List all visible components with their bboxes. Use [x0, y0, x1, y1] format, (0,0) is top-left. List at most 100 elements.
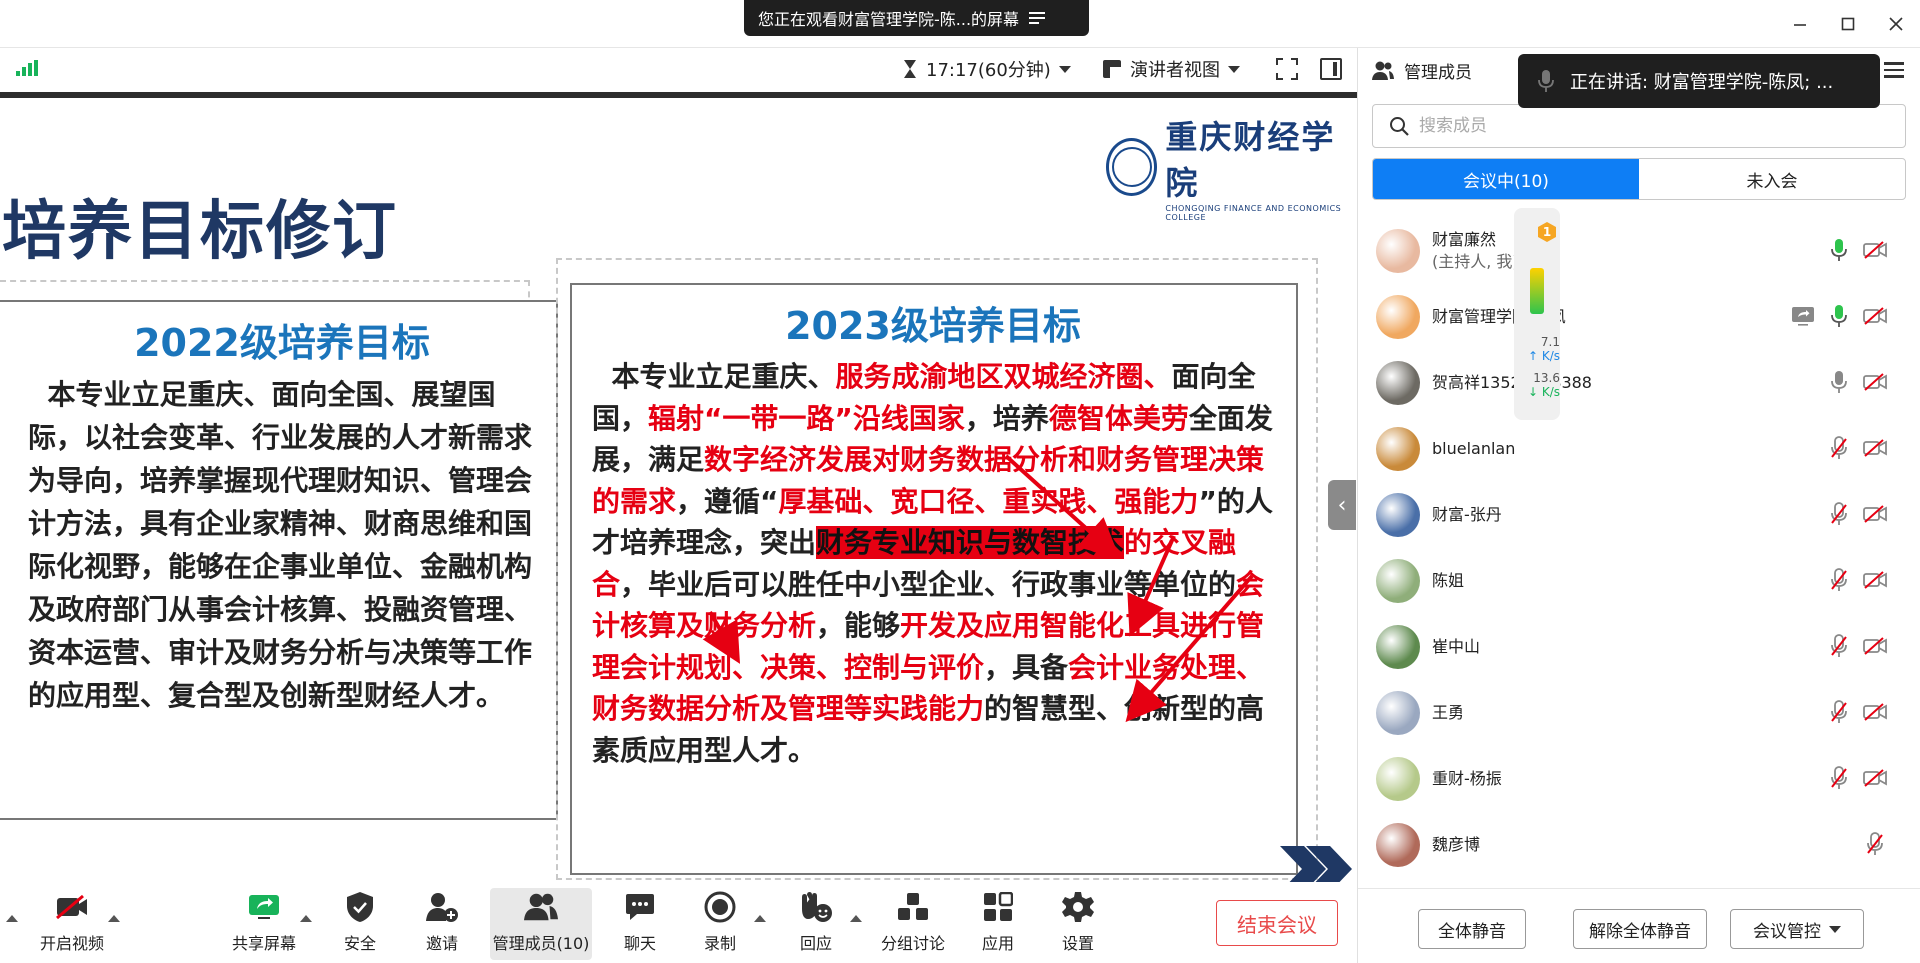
invite-button[interactable]: 邀请: [412, 888, 472, 960]
share-banner[interactable]: 您正在观看财富管理学院-陈...的屏幕: [744, 0, 1089, 36]
maximize-icon[interactable]: [1824, 0, 1872, 48]
fullscreen-icon[interactable]: [1276, 58, 1298, 80]
settings-button[interactable]: 设置: [1048, 888, 1108, 960]
member-status-icons: [1863, 832, 1887, 856]
avatar: [1376, 823, 1420, 867]
notification-badge: 1: [1538, 222, 1556, 242]
breakout-button[interactable]: 分组讨论: [878, 888, 948, 960]
member-row[interactable]: 王勇: [1358, 680, 1920, 746]
avatar: [1376, 757, 1420, 801]
video-off-icon[interactable]: [1863, 502, 1887, 526]
member-name-block: 陈姐: [1432, 570, 1464, 592]
goal-2023-segment: ，毕业后可以胜任中小型企业、行政事业等单位的: [620, 567, 1237, 601]
video-off-icon[interactable]: [1863, 766, 1887, 790]
menu-icon[interactable]: [1029, 12, 1046, 24]
goal-2022-body: 本专业立足重庆、面向全国、展望国际，以社会变革、行业发展的人才新需求为导向，培养…: [28, 373, 536, 717]
add-user-icon: [426, 893, 458, 922]
chevron-down-icon: [1829, 925, 1841, 933]
member-row[interactable]: 财富管理学院-陈凤: [1358, 284, 1920, 350]
tab-not-joined[interactable]: 未入会: [1639, 159, 1905, 199]
minimize-icon[interactable]: [1776, 0, 1824, 48]
video-off-icon[interactable]: [1863, 436, 1887, 460]
end-meeting-button[interactable]: 结束会议: [1216, 900, 1338, 946]
start-video-button[interactable]: 开启视频: [30, 888, 114, 960]
meeting-window: 您正在观看财富管理学院-陈...的屏幕 17:17(60分钟) 演讲者视图 重庆…: [0, 0, 1920, 963]
record-options-caret[interactable]: [754, 915, 766, 922]
unmute-all-button[interactable]: 解除全体静音: [1573, 909, 1707, 949]
member-name: 崔中山: [1432, 637, 1481, 656]
mic-muted-icon[interactable]: [1863, 832, 1887, 856]
member-row[interactable]: bluelanlan: [1358, 416, 1920, 482]
shared-slide: 重庆财经学院 CHONGQING FINANCE AND ECONOMICS C…: [0, 92, 1357, 882]
breakout-icon: [898, 893, 928, 920]
member-row[interactable]: 魏彦博: [1358, 812, 1920, 878]
mic-muted-icon[interactable]: [1827, 700, 1851, 724]
view-mode-selector[interactable]: 演讲者视图: [1102, 56, 1240, 82]
record-button[interactable]: 录制: [690, 888, 750, 960]
avatar: [1376, 559, 1420, 603]
mic-muted-icon[interactable]: [1827, 436, 1851, 460]
member-row[interactable]: 贺高祥13527548388: [1358, 350, 1920, 416]
collapse-panel-button[interactable]: ‹: [1328, 480, 1356, 530]
video-off-icon[interactable]: [1863, 568, 1887, 592]
reaction-label: 回应: [799, 934, 832, 953]
search-icon: [1390, 117, 1409, 136]
panel-footer: 全体静音 解除全体静音 会议管控: [1358, 888, 1920, 963]
member-status-icons: [1827, 700, 1887, 724]
mic-muted-icon[interactable]: [1827, 766, 1851, 790]
close-icon[interactable]: [1872, 0, 1920, 48]
member-row[interactable]: 崔中山: [1358, 614, 1920, 680]
member-row[interactable]: 财富-张丹: [1358, 482, 1920, 548]
mic-icon[interactable]: [1827, 304, 1851, 328]
speaking-text: 正在讲话: 财富管理学院-陈凤; ...: [1570, 72, 1834, 93]
reaction-options-caret[interactable]: [850, 915, 862, 922]
video-off-icon[interactable]: [1863, 370, 1887, 394]
member-row[interactable]: 陈姐: [1358, 548, 1920, 614]
member-search[interactable]: [1372, 104, 1906, 148]
video-off-icon[interactable]: [1863, 634, 1887, 658]
panel-menu-icon[interactable]: [1884, 62, 1904, 78]
share-screen-button[interactable]: 共享屏幕: [224, 888, 304, 960]
share-options-caret[interactable]: [300, 915, 312, 922]
goal-2023-segment: 德智体美劳: [1048, 401, 1189, 435]
mic-muted-icon[interactable]: [1827, 502, 1851, 526]
mute-all-button[interactable]: 全体静音: [1418, 909, 1526, 949]
chat-button[interactable]: 聊天: [610, 888, 670, 960]
video-off-icon[interactable]: [1863, 238, 1887, 262]
member-name-block: 财富-张丹: [1432, 504, 1502, 526]
member-row[interactable]: 重财-杨振: [1358, 746, 1920, 812]
timer-text: 17:17(60分钟): [926, 60, 1051, 81]
reaction-button[interactable]: 回应: [786, 888, 846, 960]
video-options-caret[interactable]: [108, 915, 120, 922]
chat-label: 聊天: [623, 934, 656, 953]
member-name-block: 崔中山: [1432, 636, 1480, 658]
apps-button[interactable]: 应用: [968, 888, 1028, 960]
mic-icon[interactable]: [1827, 370, 1851, 394]
reaction-icon: [802, 892, 832, 922]
search-input[interactable]: [1419, 116, 1879, 136]
mic-muted-icon[interactable]: [1827, 568, 1851, 592]
panel-title: 管理成员: [1404, 63, 1472, 83]
member-name-block: 魏彦博: [1432, 834, 1480, 856]
member-row[interactable]: 财富廉然 (主持人, 我): [1358, 218, 1920, 284]
manage-members-button[interactable]: 管理成员(10): [490, 888, 592, 960]
record-icon: [704, 891, 736, 923]
apps-label: 应用: [981, 934, 1014, 953]
goal-2023-segment: 本专业立足重庆、: [611, 360, 836, 393]
meeting-timer[interactable]: 17:17(60分钟): [902, 56, 1071, 82]
audio-options-caret[interactable]: [6, 915, 18, 922]
member-tabs: 会议中(10) 未入会: [1372, 158, 1906, 200]
members-icon: [524, 893, 558, 921]
mic-icon[interactable]: [1827, 238, 1851, 262]
side-panel-toggle-icon[interactable]: [1320, 58, 1342, 80]
college-seal-icon: [1106, 138, 1158, 196]
video-off-icon[interactable]: [1863, 304, 1887, 328]
speaking-toast: 正在讲话: 财富管理学院-陈凤; ...: [1518, 54, 1880, 108]
tab-in-meeting[interactable]: 会议中(10): [1373, 159, 1639, 199]
video-off-icon[interactable]: [1863, 700, 1887, 724]
security-label: 安全: [343, 934, 376, 953]
mic-muted-icon[interactable]: [1827, 634, 1851, 658]
network-signal-icon[interactable]: [16, 60, 38, 76]
security-button[interactable]: 安全: [330, 888, 390, 960]
meeting-control-button[interactable]: 会议管控: [1730, 909, 1864, 949]
